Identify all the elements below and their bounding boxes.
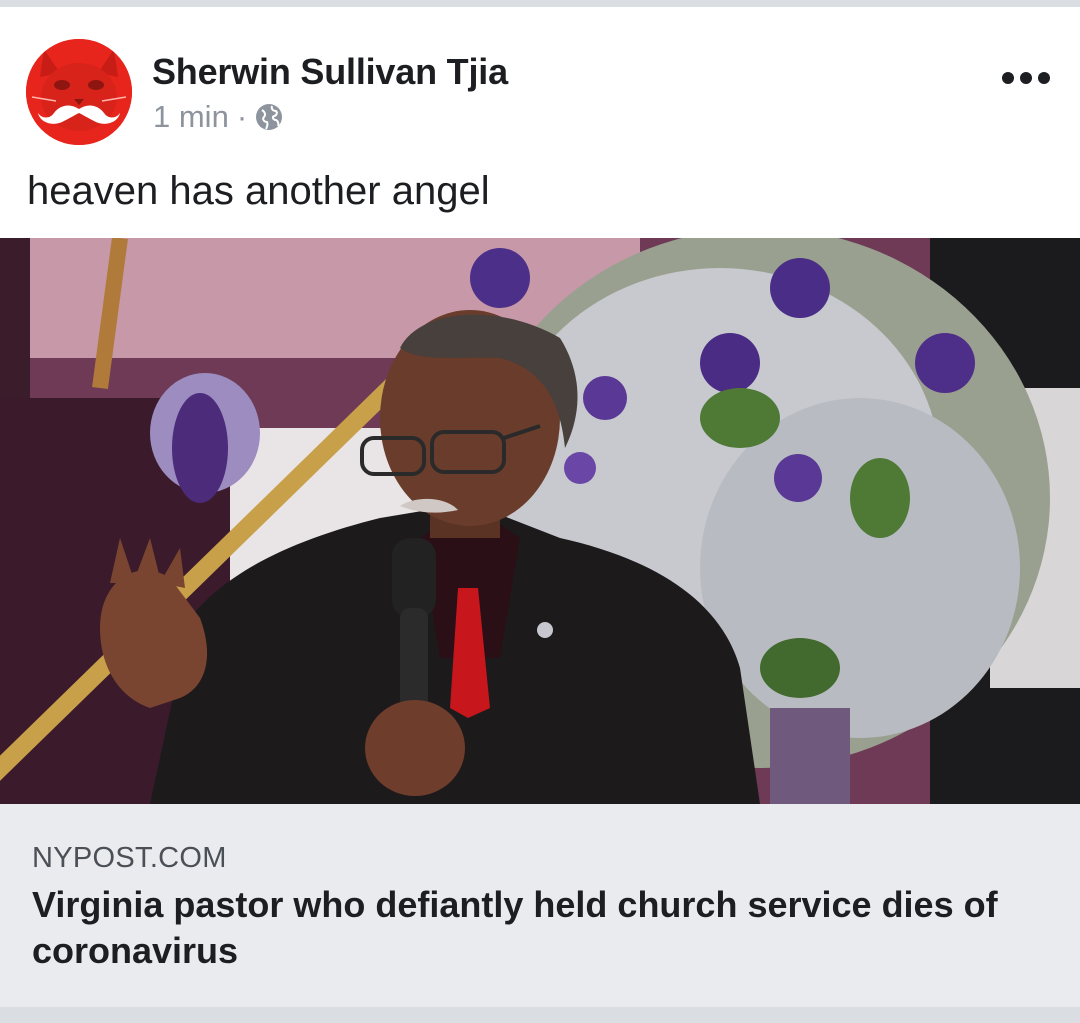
post-meta: 1 min · <box>153 97 283 137</box>
author-avatar[interactable] <box>26 39 132 145</box>
more-options-icon[interactable] <box>1002 63 1050 93</box>
dot <box>1038 72 1050 84</box>
meta-separator: · <box>236 99 248 134</box>
post-text: heaven has another angel <box>27 169 490 213</box>
cat-avatar-icon <box>26 39 132 145</box>
feed-post: Sherwin Sullivan Tjia 1 min · heaven has… <box>0 7 1080 1007</box>
globe-icon[interactable] <box>255 103 283 131</box>
link-preview-card[interactable]: NYPOST.COM Virginia pastor who defiantly… <box>0 804 1080 1007</box>
dot <box>1020 72 1032 84</box>
pastor-photo-illustration <box>0 238 1080 804</box>
author-name[interactable]: Sherwin Sullivan Tjia <box>152 51 508 93</box>
post-time[interactable]: 1 min <box>153 99 229 135</box>
article-photo[interactable] <box>0 238 1080 804</box>
dot <box>1002 72 1014 84</box>
link-headline[interactable]: Virginia pastor who defiantly held churc… <box>32 882 1012 974</box>
link-domain: NYPOST.COM <box>32 842 227 874</box>
